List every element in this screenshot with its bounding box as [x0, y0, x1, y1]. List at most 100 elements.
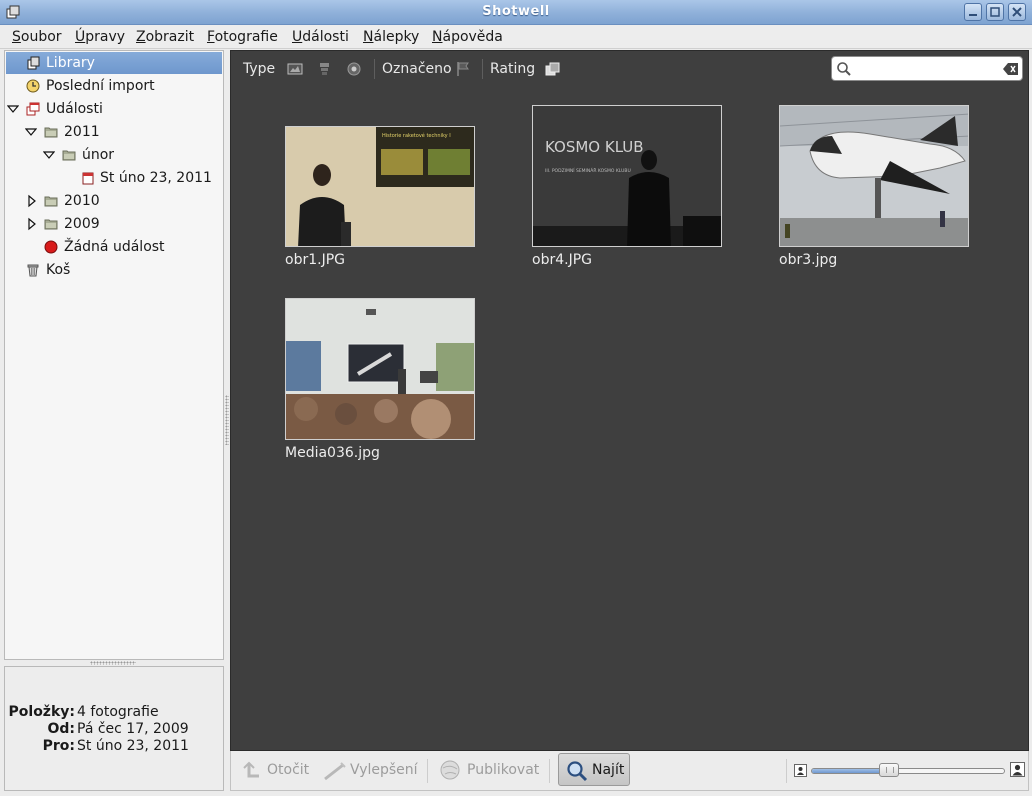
photo-type-icon[interactable] [287, 61, 303, 77]
flagged-filter-label: Označeno [382, 61, 452, 77]
trash-icon [27, 264, 39, 277]
rotate-button[interactable]: Otočit [267, 762, 309, 778]
sidebar-item-last-import[interactable]: Poslední import [5, 75, 223, 97]
info-from-value: Pá čec 17, 2009 [77, 721, 189, 737]
sidebar-item-2010[interactable]: 2010 [5, 190, 223, 212]
sidebar-item-label: Poslední import [46, 78, 155, 94]
window-title: Shotwell [482, 4, 550, 19]
rating-filter-label: Rating [490, 61, 536, 77]
find-button[interactable]: Najít [558, 753, 630, 786]
info-items-label: Položky: [8, 704, 75, 720]
expander-open-icon[interactable] [7, 98, 19, 120]
sidebar-item-unor[interactable]: únor [5, 144, 223, 166]
zoom-out-icon[interactable] [794, 764, 807, 777]
enhance-button[interactable]: Vylepšení [350, 762, 418, 778]
library-icon [27, 56, 40, 70]
type-filter-label: Type [243, 61, 276, 77]
enhance-icon [324, 762, 346, 781]
video-type-icon[interactable] [317, 61, 333, 77]
photo-viewer: Type Označeno Rating Historie raketové t… [230, 50, 1029, 751]
sidebar-item-library[interactable]: Library [6, 52, 222, 74]
expander-open-icon[interactable] [25, 121, 37, 143]
sidebar-resize-grip[interactable] [90, 661, 136, 665]
menu-fotografie[interactable]: Fotografie [207, 29, 278, 45]
photo-thumbnail-obr4[interactable]: KOSMO KLUB III. PODZIMNÍ SEMINÁŘ KOSMO K… [532, 105, 724, 275]
photo-filename: obr3.jpg [779, 252, 838, 268]
folder-open-icon [62, 150, 76, 161]
menu-udalosti[interactable]: Události [292, 29, 349, 45]
bottom-toolbar: Otočit Vylepšení Publikovat Najít [230, 751, 1029, 791]
expander-open-icon[interactable] [43, 144, 55, 166]
filter-toolbar: Type Označeno Rating [231, 51, 1028, 87]
photo-image[interactable] [779, 105, 969, 247]
publish-icon [440, 760, 460, 780]
window-bottom-edge [0, 791, 1032, 796]
sidebar-item-events[interactable]: Události [5, 98, 223, 120]
photo-filename: obr1.JPG [285, 252, 345, 268]
menu-soubor[interactable]: Soubor [12, 29, 62, 45]
info-items-value: 4 fotografie [77, 704, 159, 720]
sidebar-item-label: Library [46, 55, 95, 71]
flag-icon[interactable] [455, 61, 471, 77]
slide-title-text: Historie raketové techniky I [382, 132, 451, 139]
sidebar-item-label: 2010 [64, 193, 100, 209]
raw-type-icon[interactable] [346, 61, 362, 77]
sidebar: Library Poslední import Události 2011 ún… [4, 50, 224, 660]
zoom-slider-thumb[interactable] [879, 763, 899, 777]
zoom-slider-track[interactable] [811, 768, 1005, 774]
zoom-in-icon[interactable] [1010, 762, 1025, 777]
minimize-button[interactable] [964, 3, 982, 21]
sidebar-item-event-date[interactable]: St úno 23, 2011 [5, 167, 223, 189]
info-items-row: Položky: 4 fotografie [5, 704, 223, 721]
sidebar-item-2009[interactable]: 2009 [5, 213, 223, 235]
close-icon [1012, 7, 1022, 17]
toolbar-separator [786, 759, 787, 783]
photo-filename: Media036.jpg [285, 445, 380, 461]
info-to-value: St úno 23, 2011 [77, 738, 189, 754]
rating-filter-icon[interactable] [545, 61, 561, 77]
toolbar-separator [374, 59, 375, 79]
menu-zobrazit[interactable]: Zobrazit [136, 29, 194, 45]
photo-image[interactable] [285, 298, 475, 440]
rotate-icon [243, 761, 259, 778]
menu-upravy[interactable]: Úpravy [75, 29, 125, 45]
folder-icon [44, 196, 58, 207]
clear-search-icon[interactable] [1003, 62, 1019, 76]
toolbar-separator [482, 59, 483, 79]
toolbar-separator [427, 759, 428, 783]
info-to-label: Pro: [42, 738, 75, 754]
menu-bar: Soubor Úpravy Zobrazit Fotografie Událos… [0, 25, 1032, 49]
photo-thumbnail-obr3[interactable]: obr3.jpg [779, 105, 971, 275]
photo-image[interactable]: KOSMO KLUB III. PODZIMNÍ SEMINÁŘ KOSMO K… [532, 105, 722, 247]
sidebar-item-trash[interactable]: Koš [5, 259, 223, 281]
maximize-icon [990, 7, 1000, 17]
no-event-icon [44, 240, 58, 254]
folder-icon [44, 219, 58, 230]
sidebar-item-label: únor [82, 147, 115, 163]
sidebar-item-label: Koš [46, 262, 71, 278]
expander-closed-icon[interactable] [27, 213, 39, 235]
photo-thumbnail-media036[interactable]: Media036.jpg [285, 298, 477, 468]
maximize-button[interactable] [986, 3, 1004, 21]
photo-thumbnail-obr1[interactable]: Historie raketové techniky I obr1.JPG [285, 126, 477, 276]
calendar-icon [82, 172, 94, 185]
sidebar-item-no-event[interactable]: Žádná událost [5, 236, 223, 258]
menu-nalepky[interactable]: Nálepky [363, 29, 419, 45]
search-input[interactable] [854, 60, 999, 77]
publish-button[interactable]: Publikovat [467, 762, 539, 778]
folder-open-icon [44, 127, 58, 138]
photo-image[interactable]: Historie raketové techniky I [285, 126, 475, 247]
info-panel: Položky: 4 fotografie Od: Pá čec 17, 200… [4, 666, 224, 791]
info-from-row: Od: Pá čec 17, 2009 [5, 721, 223, 738]
pane-resize-grip[interactable] [225, 395, 229, 445]
events-icon [26, 102, 40, 116]
info-to-row: Pro: St úno 23, 2011 [5, 738, 223, 755]
close-button[interactable] [1008, 3, 1026, 21]
minimize-icon [969, 14, 977, 16]
sidebar-item-2011[interactable]: 2011 [5, 121, 223, 143]
expander-closed-icon[interactable] [27, 190, 39, 212]
sidebar-item-label: 2009 [64, 216, 100, 232]
find-button-label: Najít [592, 762, 625, 778]
menu-napoveda[interactable]: Nápověda [432, 29, 503, 45]
title-bar: Shotwell [0, 0, 1032, 25]
